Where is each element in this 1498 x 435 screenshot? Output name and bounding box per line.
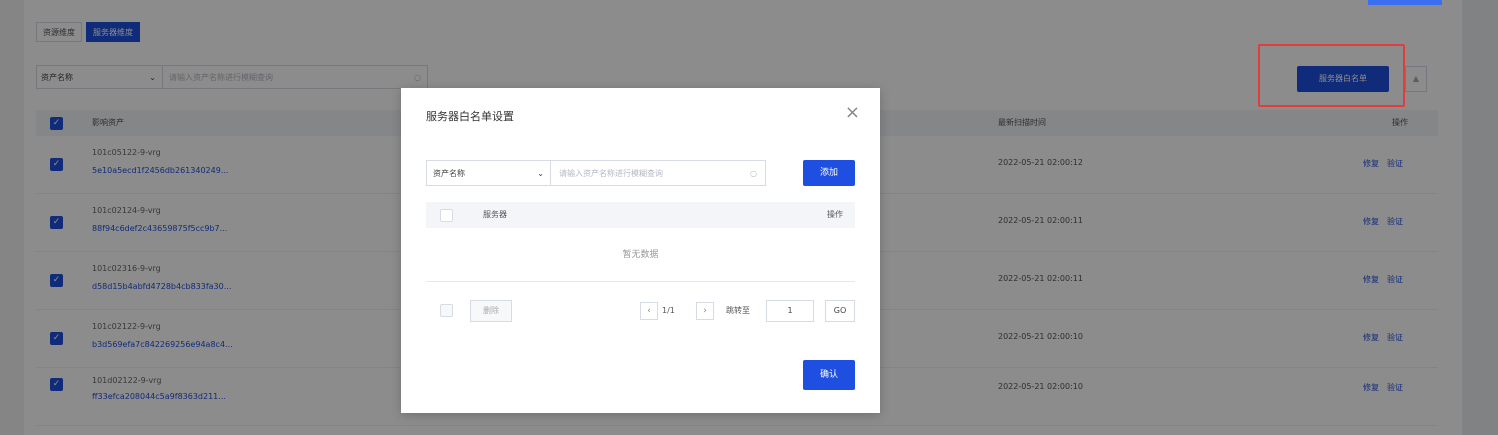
dialog-asset-filter: 资产名称 ⌄ 请输入资产名称进行模糊查询 ○ xyxy=(426,160,766,186)
dialog-select-all-checkbox[interactable] xyxy=(440,209,453,222)
page-info: 1/1 xyxy=(662,306,675,315)
top-accent-bar xyxy=(1368,0,1442,5)
go-button[interactable]: GO xyxy=(825,300,855,322)
add-button[interactable]: 添加 xyxy=(803,160,855,186)
chevron-left-icon[interactable]: ‹ xyxy=(640,302,658,320)
dialog-select-value: 资产名称 xyxy=(433,168,465,178)
close-icon[interactable]: × xyxy=(845,104,860,122)
delete-button[interactable]: 删除 xyxy=(470,300,512,322)
jump-page-input[interactable]: 1 xyxy=(766,300,814,322)
dialog-asset-field-select[interactable]: 资产名称 ⌄ xyxy=(427,161,551,185)
chevron-down-icon: ⌄ xyxy=(537,168,544,178)
dialog-title: 服务器白名单设置 xyxy=(426,110,514,123)
dialog-header-server: 服务器 xyxy=(483,210,507,219)
highlight-box xyxy=(1258,44,1405,107)
dialog-header-action: 操作 xyxy=(827,210,843,219)
search-icon[interactable]: ○ xyxy=(750,169,757,178)
confirm-button[interactable]: 确认 xyxy=(803,360,855,390)
whitelist-settings-dialog: 服务器白名单设置 × 资产名称 ⌄ 请输入资产名称进行模糊查询 ○ 添加 服务器… xyxy=(401,88,880,413)
dialog-search-input[interactable]: 请输入资产名称进行模糊查询 ○ xyxy=(551,168,765,179)
dialog-footer: 删除 ‹ 1/1 › 跳转至 1 GO xyxy=(426,300,855,322)
dialog-table-header: 服务器 操作 xyxy=(426,202,855,228)
jump-label: 跳转至 xyxy=(726,306,750,315)
footer-checkbox[interactable] xyxy=(440,304,453,317)
empty-state: 暂无数据 xyxy=(426,228,855,282)
chevron-right-icon[interactable]: › xyxy=(696,302,714,320)
dialog-search-placeholder: 请输入资产名称进行模糊查询 xyxy=(559,168,663,178)
